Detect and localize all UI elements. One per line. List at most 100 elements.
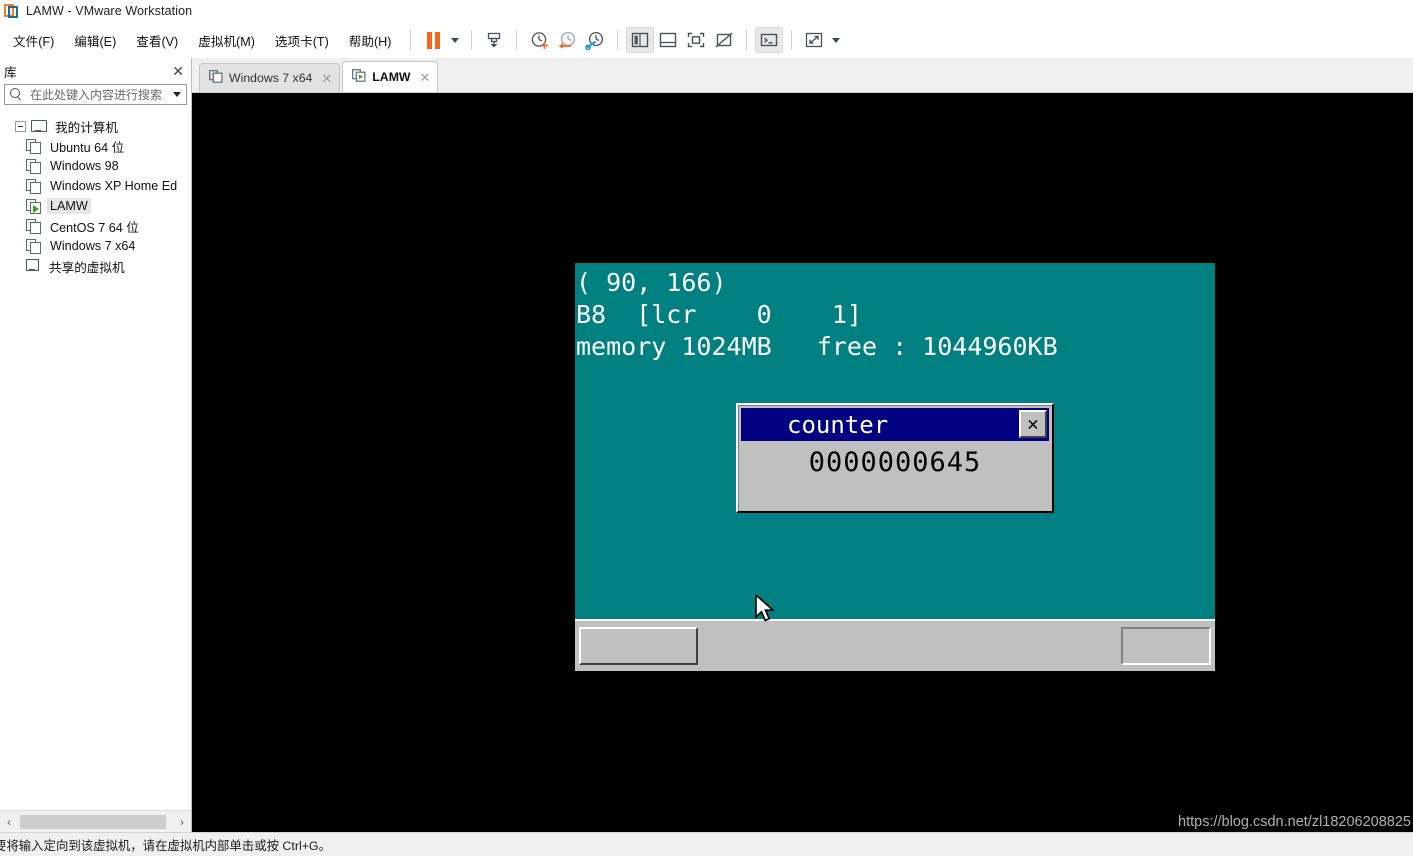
- tree-item-label: Windows 98: [50, 159, 119, 173]
- counter-value: 0000000645: [808, 447, 982, 478]
- vm-library-tree: 我的计算机 Ubuntu 64 位 Windows 98 Windows XP …: [0, 110, 191, 808]
- menu-toolbar: 文件(F) 编辑(E) 查看(V) 虚拟机(M) 选项卡(T) 帮助(H): [0, 22, 1413, 58]
- tree-item-label: Windows XP Home Ed: [50, 179, 178, 193]
- stretch-button[interactable]: [800, 27, 828, 53]
- clock-back-icon: [558, 31, 576, 49]
- monitor-icon: [31, 119, 47, 133]
- clock-wrench-icon: [585, 31, 604, 50]
- watermark-text: https://blog.csdn.net/zl18206208825: [1178, 814, 1411, 830]
- clock-plus-icon: [531, 31, 548, 49]
- bottom-panel-icon: [660, 32, 677, 48]
- window-title: LAMW - VMware Workstation: [26, 4, 193, 18]
- tree-item-my-computer[interactable]: 我的计算机: [6, 116, 191, 136]
- vm-icon: [209, 70, 223, 86]
- unity-mode-icon: [716, 32, 733, 48]
- tab-lamw[interactable]: LAMW ✕: [342, 61, 439, 92]
- console-button[interactable]: [755, 27, 784, 53]
- toolbar-separator: [471, 30, 473, 50]
- search-icon: [10, 88, 23, 101]
- unity-mode-button[interactable]: [710, 27, 738, 53]
- tree-item-label: 共享的虚拟机: [49, 260, 125, 275]
- snapshot-icon: [488, 32, 501, 48]
- counter-dialog-title: counter: [787, 410, 889, 439]
- tab-label: LAMW: [372, 70, 411, 84]
- tree-item-windows-7-x64[interactable]: Windows 7 x64: [26, 236, 191, 256]
- vm-console-stage[interactable]: ( 90, 166) B8 [lcr 0 1] memory 1024MB fr…: [192, 93, 1413, 832]
- library-title: 库: [4, 65, 17, 80]
- library-horizontal-scrollbar[interactable]: ‹ ›: [0, 810, 191, 832]
- stretch-dropdown[interactable]: [828, 27, 844, 53]
- tree-item-label: LAMW: [47, 198, 91, 214]
- suspend-button[interactable]: [419, 27, 447, 53]
- snapshot-button[interactable]: [480, 27, 508, 53]
- close-icon[interactable]: ✕: [1019, 410, 1047, 438]
- menu-help[interactable]: 帮助(H): [340, 28, 401, 53]
- fullscreen-icon: [688, 32, 705, 48]
- sidebar-panel-icon: [632, 32, 649, 48]
- tree-item-label: Ubuntu 64 位: [50, 140, 125, 155]
- vm-tab-strip: Windows 7 x64 ✕ LAMW ✕: [192, 58, 1413, 93]
- vm-guest-screen[interactable]: ( 90, 166) B8 [lcr 0 1] memory 1024MB fr…: [575, 263, 1215, 671]
- toolbar-separator: [410, 30, 412, 50]
- take-snapshot-button[interactable]: [525, 27, 553, 53]
- menu-view[interactable]: 查看(V): [127, 28, 187, 53]
- shared-vms-icon: [25, 259, 40, 273]
- tree-item-lamw[interactable]: LAMW: [26, 196, 191, 216]
- show-library-button[interactable]: [626, 27, 655, 53]
- vm-icon: [26, 219, 41, 234]
- toolbar-separator: [746, 30, 748, 50]
- search-input[interactable]: [28, 86, 170, 103]
- vmware-workstation-window: LAMW - VMware Workstation 文件(F) 编辑(E) 查看…: [0, 0, 1413, 856]
- status-bar-text: 要将输入定向到该虚拟机，请在虚拟机内部单击或按 Ctrl+G。: [0, 838, 331, 853]
- show-thumbnail-bar-button[interactable]: [654, 27, 682, 53]
- counter-dialog-titlebar: counter ✕: [741, 408, 1049, 441]
- revert-snapshot-button[interactable]: [553, 27, 581, 53]
- tree-item-label: CentOS 7 64 位: [50, 220, 139, 235]
- menu-tabs[interactable]: 选项卡(T): [266, 28, 338, 53]
- terminal-icon: [761, 33, 778, 47]
- tree-item-centos-7-64[interactable]: CentOS 7 64 位: [26, 216, 191, 236]
- counter-dialog[interactable]: counter ✕ 0000000645: [736, 403, 1054, 513]
- mouse-pointer-icon: [755, 595, 776, 622]
- snapshot-manager-button[interactable]: [581, 27, 609, 53]
- vm-running-icon: [26, 199, 41, 214]
- menu-vm[interactable]: 虚拟机(M): [189, 28, 264, 53]
- tree-item-shared-vms[interactable]: 共享的虚拟机: [25, 256, 191, 276]
- scroll-right-button[interactable]: ›: [173, 811, 191, 832]
- tab-label: Windows 7 x64: [229, 71, 313, 85]
- menu-edit[interactable]: 编辑(E): [65, 28, 125, 53]
- expand-arrows-icon: [806, 32, 823, 48]
- scroll-left-button[interactable]: ‹: [0, 811, 18, 832]
- menu-file[interactable]: 文件(F): [4, 28, 63, 53]
- close-icon[interactable]: ✕: [420, 71, 431, 84]
- tab-windows-7-x64[interactable]: Windows 7 x64 ✕: [199, 63, 341, 92]
- status-bar: 要将输入定向到该虚拟机，请在虚拟机内部单击或按 Ctrl+G。: [0, 832, 1413, 856]
- vm-guest-taskbar[interactable]: [575, 619, 1215, 671]
- library-header: 库 ✕: [0, 58, 191, 84]
- toolbar-separator: [791, 30, 793, 50]
- pause-icon: [426, 31, 440, 49]
- vm-icon: [26, 239, 41, 254]
- vm-start-button[interactable]: [579, 627, 698, 665]
- library-search-box[interactable]: [4, 84, 187, 105]
- scrollbar-thumb[interactable]: [20, 815, 166, 829]
- vm-console-text: ( 90, 166) B8 [lcr 0 1] memory 1024MB fr…: [576, 268, 1058, 361]
- close-icon[interactable]: ✕: [172, 64, 184, 78]
- vm-system-tray[interactable]: [1121, 627, 1211, 665]
- power-dropdown[interactable]: [447, 27, 463, 53]
- tree-item-windows-xp-home[interactable]: Windows XP Home Ed: [26, 176, 191, 196]
- tree-item-windows-98[interactable]: Windows 98: [26, 156, 191, 176]
- close-icon[interactable]: ✕: [321, 72, 332, 85]
- expander-icon[interactable]: [15, 120, 26, 132]
- tree-item-label: 我的计算机: [55, 120, 118, 135]
- vmware-logo-icon: [4, 3, 20, 19]
- scrollbar-track[interactable]: [18, 811, 173, 832]
- toolbar-separator: [516, 30, 518, 50]
- tree-item-ubuntu-64[interactable]: Ubuntu 64 位: [26, 136, 191, 156]
- fullscreen-button[interactable]: [682, 27, 710, 53]
- chevron-down-icon[interactable]: [170, 86, 184, 103]
- vm-icon: [26, 139, 41, 154]
- vm-icon: [26, 179, 41, 194]
- vm-icon: [26, 159, 41, 174]
- window-titlebar: LAMW - VMware Workstation: [0, 0, 1413, 22]
